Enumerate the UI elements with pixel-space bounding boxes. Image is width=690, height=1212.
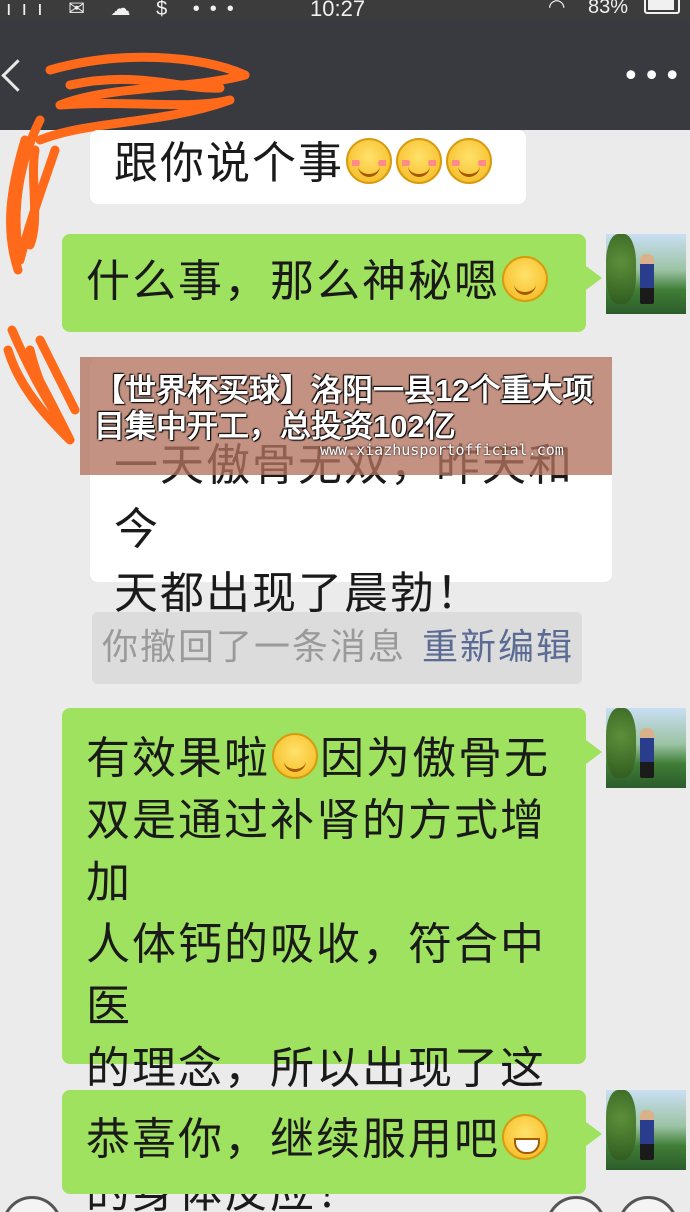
message-line: 人体钙的吸收，符合中医 (86, 919, 546, 1032)
recall-notice: 你撤回了一条消息 重新编辑 (92, 612, 582, 684)
banner-url[interactable]: www.xiazhusportofficial.com (320, 441, 564, 459)
message-text: 恭喜你，继续服用吧 (86, 1114, 500, 1165)
blush-emoji-icon (446, 138, 492, 184)
status-bar: ııı ✉ ☁ $ ••• 10:27 ◠ 83% (0, 0, 690, 21)
status-icons: ııı ✉ ☁ $ ••• (6, 0, 244, 20)
avatar[interactable] (606, 234, 686, 314)
more-dots-icon[interactable]: ••• (622, 62, 681, 92)
message-sent-2[interactable]: 有效果啦 因为傲骨无 双是通过补肾的方式增加 人体钙的吸收，符合中医 的理念，所以… (62, 708, 602, 1212)
blush-emoji-icon (396, 138, 442, 184)
avatar[interactable] (606, 708, 686, 788)
message-line: 因为傲骨无 (320, 733, 550, 784)
message-sent-3[interactable]: 恭喜你，继续服用吧 (62, 1090, 602, 1194)
message-text: 跟你说个事 (114, 138, 344, 189)
avatar[interactable] (606, 1090, 686, 1170)
message-text: 什么事，那么神秘嗯 (86, 256, 500, 307)
message-line: 双是通过补肾的方式增加 (86, 795, 546, 908)
smile-emoji-icon (272, 733, 318, 779)
battery-icon (644, 0, 680, 14)
status-time: 10:27 (310, 0, 366, 21)
grin-emoji-icon (502, 1114, 548, 1160)
blush-emoji-icon (346, 138, 392, 184)
smile-emoji-icon (502, 256, 548, 302)
recall-text: 你撤回了一条消息 (102, 627, 407, 668)
banner-title: 【世界杯买球】洛阳一县12个重大项目集中开工，总投资102亿 (94, 373, 594, 444)
overlay-ad-banner[interactable]: 【世界杯买球】洛阳一县12个重大项目集中开工，总投资102亿 www.xiazh… (80, 357, 612, 475)
wifi-icon: ◠ (548, 0, 566, 18)
battery-percent: 83% (588, 0, 629, 18)
message-received-1[interactable]: 跟你说个事 (90, 130, 526, 204)
re-edit-link[interactable]: 重新编辑 (422, 627, 574, 668)
message-line: 有效果啦 (86, 733, 270, 784)
message-sent-1[interactable]: 什么事，那么神秘嗯 (62, 234, 602, 332)
